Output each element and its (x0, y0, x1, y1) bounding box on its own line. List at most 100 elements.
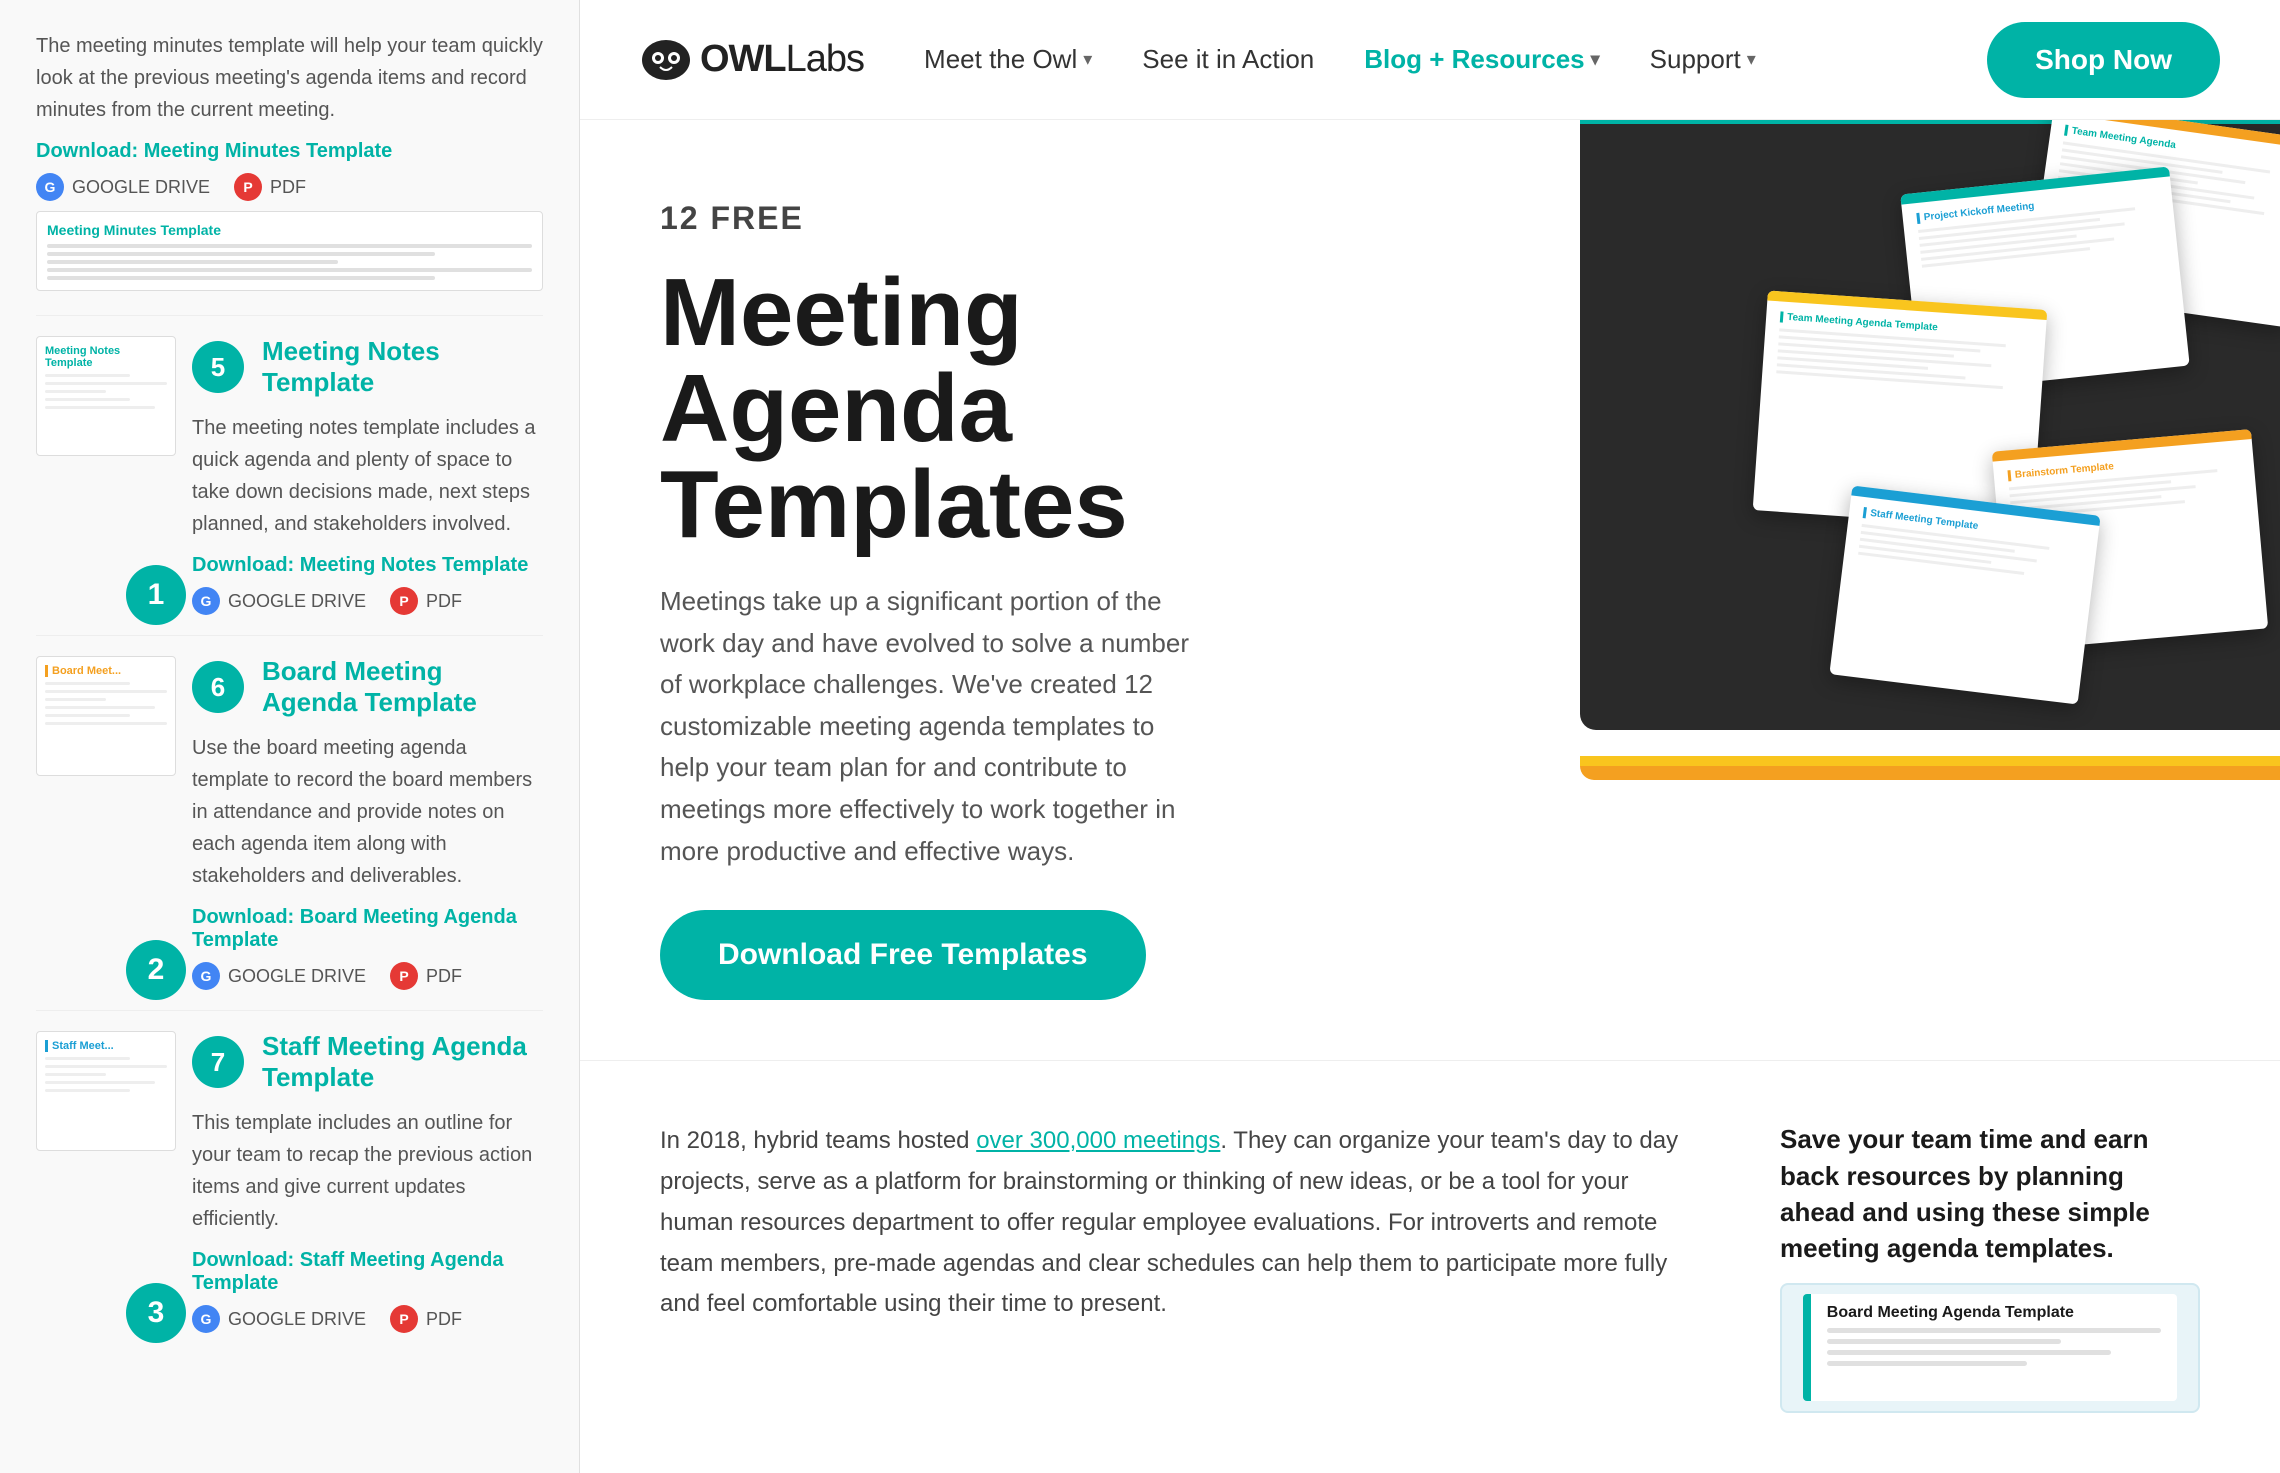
top-excerpt-download-icons: G GOOGLE DRIVE P PDF (36, 173, 543, 201)
hero-label: 12 FREE (660, 200, 1200, 237)
thumbnail-card-6: Board Meet... (36, 656, 176, 776)
thumb-title: Meeting Minutes Template (47, 222, 532, 238)
google-drive-label: GOOGLE DRIVE (72, 177, 210, 198)
section-header-6: 6 Board Meeting Agenda Template (192, 656, 543, 718)
section-desc-6: Use the board meeting agenda template to… (192, 732, 543, 892)
hero-title-line3: Templates (660, 451, 1128, 558)
section-desc-5: The meeting notes template includes a qu… (192, 412, 543, 540)
google-drive-link-6[interactable]: G GOOGLE DRIVE (192, 962, 366, 990)
navbar: OWLLabs Meet the Owl ▾ See it in Action … (580, 0, 2280, 120)
template-collage: Team Meeting Agenda (1440, 120, 2280, 780)
google-drive-label-5: GOOGLE DRIVE (228, 591, 366, 612)
pdf-label-6: PDF (426, 966, 462, 987)
download-link-5[interactable]: Download: Meeting Notes Template (192, 554, 543, 577)
download-link-7[interactable]: Download: Staff Meeting Agenda Template (192, 1249, 543, 1295)
logo[interactable]: OWLLabs (640, 38, 864, 81)
google-drive-link-5[interactable]: G GOOGLE DRIVE (192, 587, 366, 615)
section-number-6: 6 (192, 661, 244, 713)
thumb-line (45, 406, 155, 409)
thumb-card-title-6: Board Meet... (45, 665, 167, 677)
sidebar-item-6: Board Meet... 2 6 Board Meeting Agenda T… (36, 636, 543, 1011)
hero-description: Meetings take up a significant portion o… (660, 581, 1200, 872)
top-excerpt-download-link[interactable]: Download: Meeting Minutes Template (36, 140, 543, 163)
yellow-strip-bottom (1580, 756, 2280, 766)
bottom-left-text-2: . They can organize your team's day to d… (660, 1127, 1678, 1317)
thumb-line (45, 706, 155, 709)
section-title-6: Board Meeting Agenda Template (262, 656, 543, 718)
over-300k-meetings-link[interactable]: over 300,000 meetings (976, 1127, 1220, 1154)
download-link-6[interactable]: Download: Board Meeting Agenda Template (192, 906, 543, 952)
top-excerpt-description: The meeting minutes template will help y… (36, 30, 543, 126)
hero-section: 12 FREE Meeting Agenda Templates Meeting… (580, 120, 2280, 1060)
thumb-line (45, 390, 106, 393)
bottom-left-text-1: In 2018, hybrid teams hosted (660, 1127, 976, 1154)
google-drive-icon-6: G (192, 962, 220, 990)
thumb-line (45, 1065, 167, 1068)
bottom-right-content: Save your team time and earn back resour… (1780, 1121, 2200, 1413)
section-number-7: 7 (192, 1036, 244, 1088)
chevron-down-icon-blog: ▾ (1591, 49, 1600, 70)
pdf-label-5: PDF (426, 591, 462, 612)
section-number-5: 5 (192, 341, 244, 393)
thumb-line (45, 690, 167, 693)
google-drive-link-7[interactable]: G GOOGLE DRIVE (192, 1305, 366, 1333)
orange-strip-bottom (1580, 766, 2280, 780)
bottom-left-content: In 2018, hybrid teams hosted over 300,00… (660, 1121, 1700, 1413)
nav-label-see-action: See it in Action (1142, 44, 1314, 75)
logo-owl: OWL (700, 38, 786, 81)
nav-item-support[interactable]: Support ▾ (1650, 44, 1756, 75)
thumb-line (47, 276, 435, 280)
thumbnail-card-7: Staff Meet... (36, 1031, 176, 1151)
nav-item-blog[interactable]: Blog + Resources ▾ (1364, 44, 1599, 75)
pdf-label-7: PDF (426, 1309, 462, 1330)
thumb-line (47, 244, 532, 248)
thumb-card-title-7: Staff Meet... (45, 1040, 167, 1052)
thumb-line (45, 382, 167, 385)
right-panel: OWLLabs Meet the Owl ▾ See it in Action … (580, 0, 2280, 1473)
nav-item-see-action[interactable]: See it in Action (1142, 44, 1314, 75)
top-excerpt: The meeting minutes template will help y… (36, 20, 543, 316)
thumb-line (47, 252, 435, 256)
pdf-icon-6: P (390, 962, 418, 990)
hero-title-line1: Meeting (660, 259, 1023, 366)
hero-content: 12 FREE Meeting Agenda Templates Meeting… (580, 120, 1280, 1060)
download-free-templates-button[interactable]: Download Free Templates (660, 910, 1146, 1000)
navbar-nav: Meet the Owl ▾ See it in Action Blog + R… (924, 44, 1927, 75)
template-card-5: Staff Meeting Template (1829, 485, 2100, 704)
download-icons-5: G GOOGLE DRIVE P PDF (192, 587, 543, 615)
google-drive-icon: G (36, 173, 64, 201)
pdf-link-5[interactable]: P PDF (390, 587, 462, 615)
sidebar-item-7: Staff Meet... 3 7 Staff Meeting Agenda T… (36, 1011, 543, 1353)
section-header-7: 7 Staff Meeting Agenda Template (192, 1031, 543, 1093)
nav-label-blog: Blog + Resources (1364, 44, 1584, 75)
shop-now-button[interactable]: Shop Now (1987, 22, 2220, 98)
item-number-circle-5: 1 (126, 565, 186, 625)
hero-title-line2: Agenda (660, 355, 1012, 462)
sidebar-item-6-thumbnail: Board Meet... 2 (36, 656, 176, 990)
left-sidebar: The meeting minutes template will help y… (0, 0, 580, 1473)
sidebar-item-5-thumbnail: Meeting Notes Template 1 (36, 336, 176, 615)
pdf-label: PDF (270, 177, 306, 198)
hero-image-area: Team Meeting Agenda (1440, 120, 2280, 780)
pdf-link-7[interactable]: P PDF (390, 1305, 462, 1333)
hero-title: Meeting Agenda Templates (660, 265, 1200, 553)
thumb-line (47, 260, 338, 264)
nav-item-meet-owl[interactable]: Meet the Owl ▾ (924, 44, 1092, 75)
thumb-line (45, 1089, 130, 1092)
sidebar-item-6-content: 6 Board Meeting Agenda Template Use the … (192, 656, 543, 990)
thumb-line (45, 722, 167, 725)
thumb-line (45, 1081, 155, 1084)
thumb-line (45, 698, 106, 701)
section-desc-7: This template includes an outline for yo… (192, 1107, 543, 1235)
download-icons-7: G GOOGLE DRIVE P PDF (192, 1305, 543, 1333)
pdf-link[interactable]: P PDF (234, 173, 306, 201)
preview-line-4 (1827, 1361, 2028, 1366)
pdf-icon: P (234, 173, 262, 201)
thumb-card-title-5: Meeting Notes Template (45, 345, 167, 369)
pdf-icon-7: P (390, 1305, 418, 1333)
sidebar-item-5: Meeting Notes Template 1 5 Meeting Notes… (36, 316, 543, 636)
google-drive-link[interactable]: G GOOGLE DRIVE (36, 173, 210, 201)
owl-logo-icon (640, 39, 692, 81)
pdf-link-6[interactable]: P PDF (390, 962, 462, 990)
logo-labs: Labs (786, 38, 864, 81)
